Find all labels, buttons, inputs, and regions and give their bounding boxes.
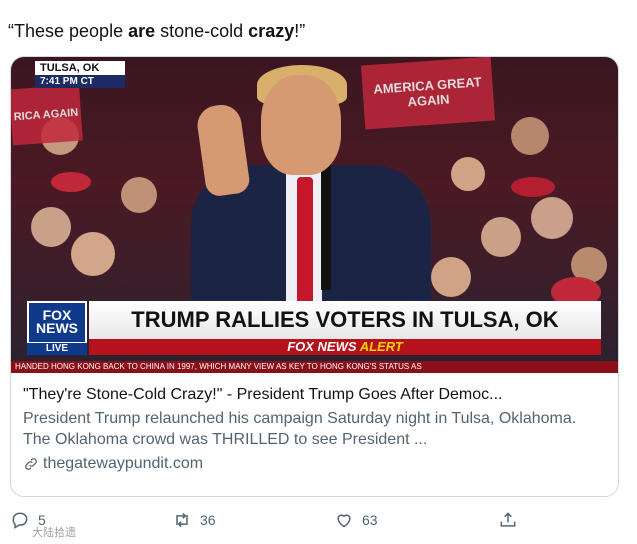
watermark: 大陆拾遗 (32, 527, 76, 539)
live-badge: LIVE (27, 342, 87, 355)
tweet-actions: 5 36 63 (0, 510, 637, 536)
share-icon (500, 512, 516, 527)
location-bug: TULSA, OK 7:41 PM CT (35, 61, 125, 88)
headline: TRUMP RALLIES VOTERS IN TULSA, OK (89, 301, 601, 339)
news-banner: FOX NEWS LIVE TRUMP RALLIES VOTERS IN TU… (27, 301, 601, 355)
like-count: 63 (362, 512, 378, 528)
like-button[interactable]: 63 (334, 510, 378, 530)
tweet-text-part: “These people (8, 21, 129, 41)
location-label: TULSA, OK (35, 61, 125, 75)
retweet-button[interactable]: 36 (172, 510, 216, 530)
share-button[interactable] (498, 510, 518, 530)
tweet-text-part: stone-cold (155, 21, 249, 41)
alert-bar: FOX NEWS ALERT (89, 339, 601, 355)
alert-prefix: FOX NEWS (287, 339, 357, 354)
card-domain-text: thegatewaypundit.com (43, 455, 204, 472)
fox-logo-bottom: NEWS (36, 320, 78, 336)
link-card[interactable]: AMERICA GREAT AGAIN RICA AGAIN TULSA, OK… (10, 56, 619, 497)
reply-icon (12, 512, 28, 529)
card-domain[interactable]: thegatewaypundit.com (23, 454, 606, 474)
tweet-text-bold: are (128, 21, 156, 41)
speaker (161, 65, 461, 335)
link-icon (25, 458, 37, 470)
card-description: President Trump relaunched his campaign … (23, 410, 577, 448)
retweet-icon (176, 512, 188, 528)
crowd-sign-left: RICA AGAIN (11, 84, 83, 146)
alert-word: ALERT (359, 339, 403, 354)
retweet-count: 36 (200, 512, 216, 528)
card-title[interactable]: "They're Stone-Cold Crazy!" - President … (23, 385, 606, 405)
tweet-text-bold: crazy (248, 21, 295, 41)
time-label: 7:41 PM CT (35, 75, 125, 88)
news-ticker: HANDED HONG KONG BACK TO CHINA IN 1997, … (11, 361, 618, 373)
heart-icon (337, 514, 351, 528)
card-image[interactable]: AMERICA GREAT AGAIN RICA AGAIN TULSA, OK… (11, 57, 618, 373)
tweet-text-part: !” (294, 21, 306, 41)
tweet-text: “These people are stone-cold crazy!” (8, 20, 305, 42)
card-body[interactable]: "They're Stone-Cold Crazy!" - President … (11, 373, 618, 474)
